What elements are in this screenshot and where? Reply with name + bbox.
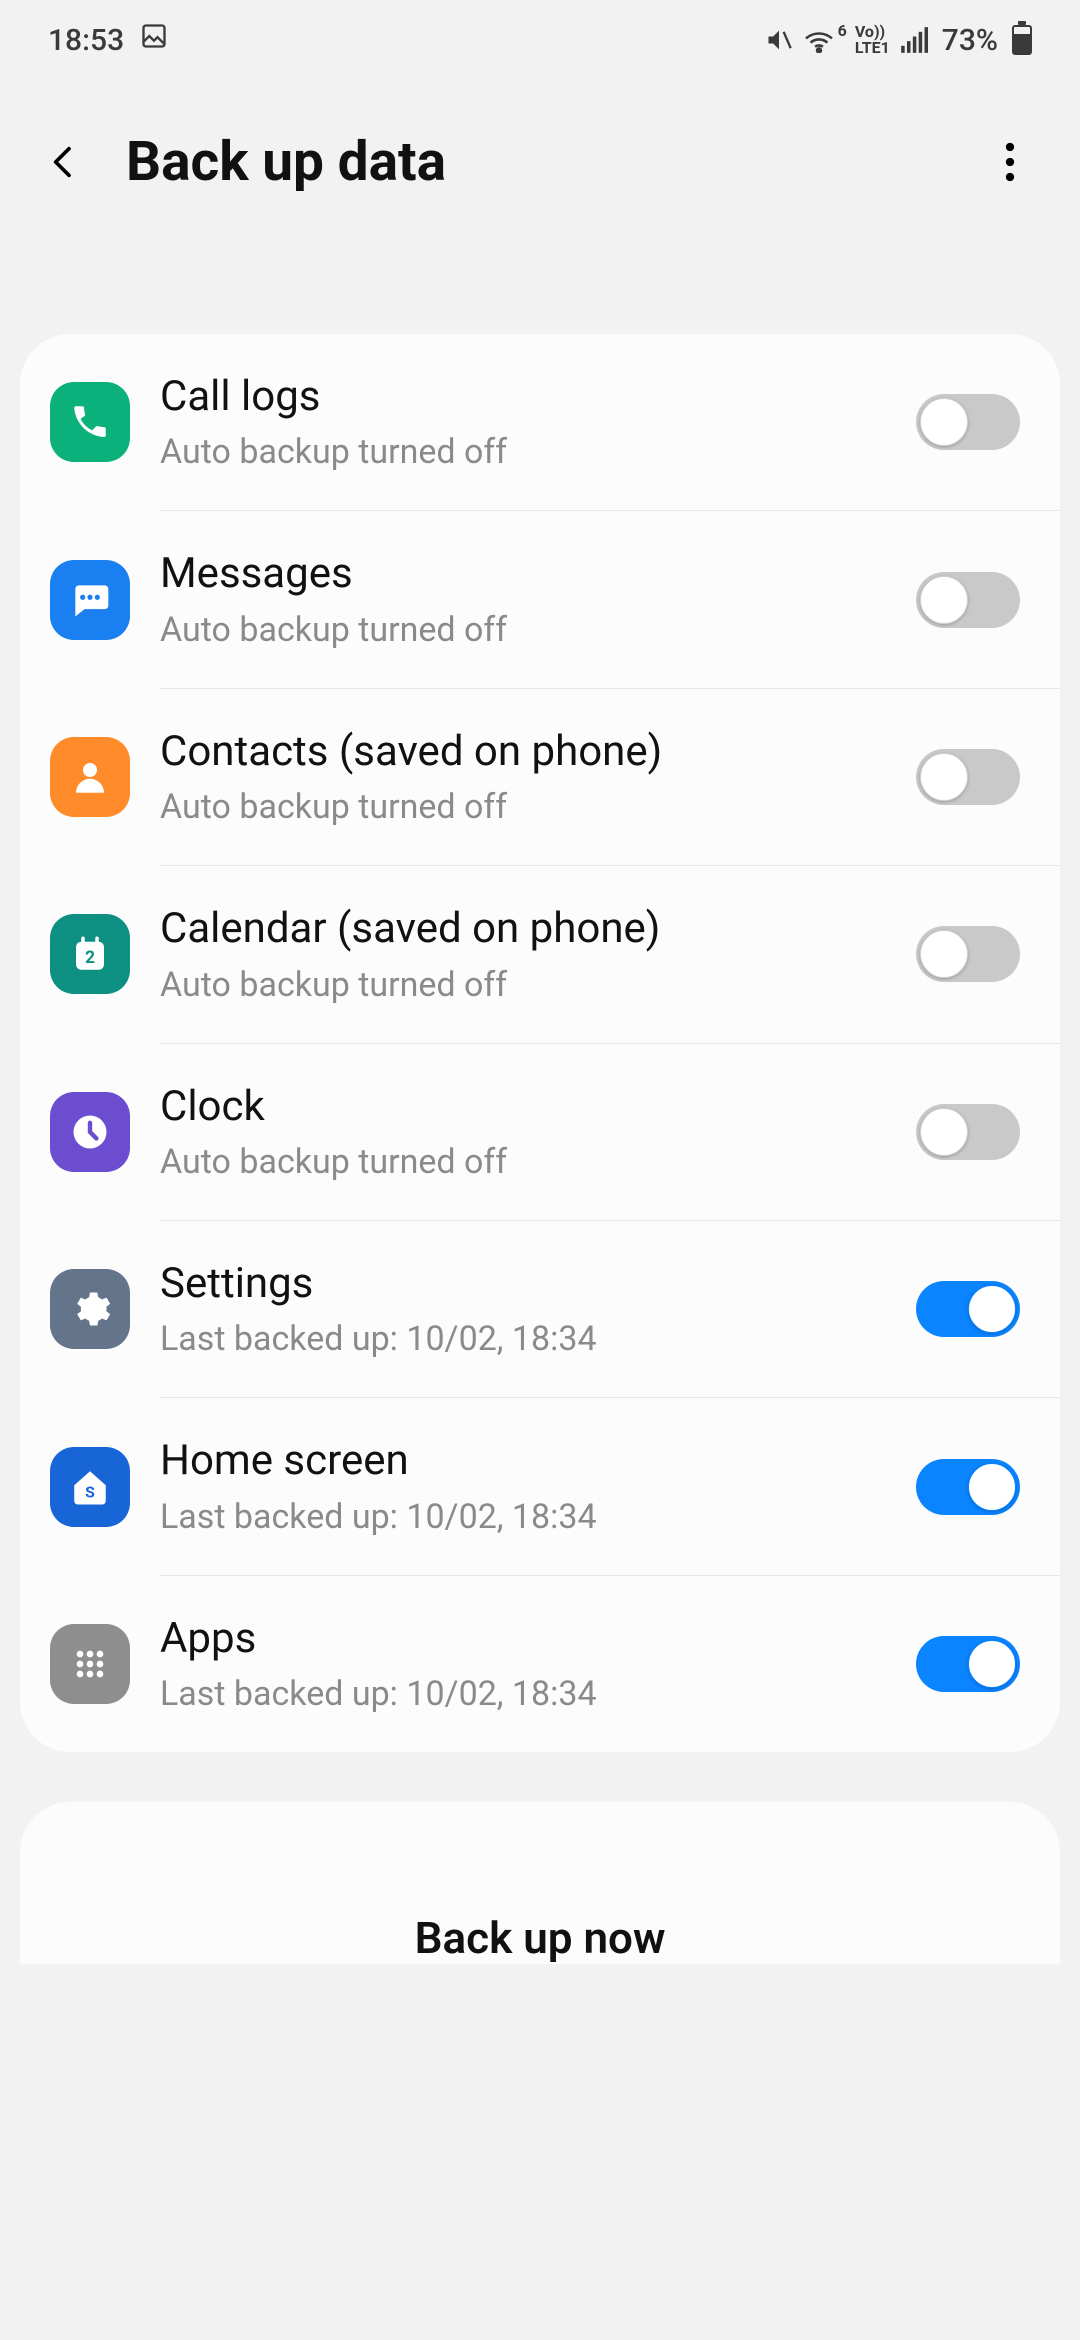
row-subtitle: Auto backup turned off [160, 787, 886, 827]
clock-icon [50, 1092, 130, 1172]
home-icon: S [50, 1447, 130, 1527]
toggle-switch[interactable] [916, 394, 1020, 450]
toggle-knob [920, 576, 968, 624]
backup-item-row[interactable]: Settings Last backed up: 10/02, 18:34 [20, 1221, 1060, 1397]
toggle-knob [968, 1285, 1016, 1333]
row-subtitle: Last backed up: 10/02, 18:34 [160, 1497, 886, 1537]
toggle-switch[interactable] [916, 749, 1020, 805]
backup-item-row[interactable]: Messages Auto backup turned off [20, 511, 1060, 687]
wifi-level: 6 [838, 23, 847, 39]
toggle-switch[interactable] [916, 926, 1020, 982]
gear-icon [50, 1269, 130, 1349]
row-subtitle: Auto backup turned off [160, 432, 886, 472]
battery-percent: 73% [942, 23, 998, 58]
svg-text:2: 2 [85, 948, 95, 968]
backup-item-row[interactable]: Clock Auto backup turned off [20, 1044, 1060, 1220]
svg-text:S: S [85, 1482, 95, 1501]
row-subtitle: Auto backup turned off [160, 610, 886, 650]
network-label: Vo)) LTE1 [855, 24, 890, 56]
wifi-icon: 6 [803, 27, 835, 53]
battery-icon [1012, 25, 1032, 55]
row-title: Clock [160, 1082, 886, 1132]
row-title: Settings [160, 1259, 886, 1309]
toggle-knob [920, 930, 968, 978]
backup-item-row[interactable]: Call logs Auto backup turned off [20, 334, 1060, 510]
backup-item-row[interactable]: 2 Calendar (saved on phone) Auto backup tu… [20, 866, 1060, 1042]
row-title: Apps [160, 1614, 886, 1664]
chevron-left-icon [44, 142, 84, 182]
row-title: Messages [160, 549, 886, 599]
person-icon [50, 737, 130, 817]
row-text: Settings Last backed up: 10/02, 18:34 [160, 1259, 886, 1359]
back-button[interactable] [40, 138, 88, 186]
page-header: Back up data [0, 80, 1080, 334]
row-title: Calendar (saved on phone) [160, 904, 886, 954]
row-text: Messages Auto backup turned off [160, 549, 886, 649]
toggle-switch[interactable] [916, 1104, 1020, 1160]
toggle-knob [968, 1640, 1016, 1688]
lte-label: LTE1 [855, 40, 890, 56]
row-subtitle: Last backed up: 10/02, 18:34 [160, 1319, 886, 1359]
row-text: Calendar (saved on phone) Auto backup tur… [160, 904, 886, 1004]
apps-icon [50, 1624, 130, 1704]
row-text: Contacts (saved on phone) Auto backup tur… [160, 727, 886, 827]
picture-icon [140, 22, 168, 58]
row-title: Home screen [160, 1436, 886, 1486]
bottom-action-card: Back up now [20, 1802, 1060, 1964]
signal-icon [900, 27, 928, 53]
row-text: Home screen Last backed up: 10/02, 18:34 [160, 1436, 886, 1536]
toggle-knob [968, 1463, 1016, 1511]
status-time: 18:53 [48, 23, 124, 58]
chat-icon [50, 560, 130, 640]
row-subtitle: Last backed up: 10/02, 18:34 [160, 1674, 886, 1714]
backup-items-card: Call logs Auto backup turned off Messages A… [20, 334, 1060, 1752]
mute-vibrate-icon [765, 26, 793, 54]
calendar-icon: 2 [50, 914, 130, 994]
row-subtitle: Auto backup turned off [160, 1142, 886, 1182]
more-menu-button[interactable] [980, 132, 1040, 192]
phone-icon [50, 382, 130, 462]
toggle-knob [920, 753, 968, 801]
backup-item-row[interactable]: Contacts (saved on phone) Auto backup tur… [20, 689, 1060, 865]
status-bar: 18:53 6 Vo)) LTE1 73% [0, 0, 1080, 80]
toggle-switch[interactable] [916, 1281, 1020, 1337]
toggle-knob [920, 398, 968, 446]
backup-item-row[interactable]: Apps Last backed up: 10/02, 18:34 [20, 1576, 1060, 1752]
status-right: 6 Vo)) LTE1 73% [765, 23, 1032, 58]
row-title: Call logs [160, 372, 886, 422]
backup-now-button[interactable]: Back up now [415, 1912, 666, 1964]
row-text: Clock Auto backup turned off [160, 1082, 886, 1182]
toggle-knob [920, 1108, 968, 1156]
page-title: Back up data [126, 130, 952, 194]
backup-item-row[interactable]: S Home screen Last backed up: 10/02, 18:34 [20, 1398, 1060, 1574]
toggle-switch[interactable] [916, 1459, 1020, 1515]
toggle-switch[interactable] [916, 572, 1020, 628]
toggle-switch[interactable] [916, 1636, 1020, 1692]
status-left: 18:53 [48, 22, 168, 58]
row-subtitle: Auto backup turned off [160, 965, 886, 1005]
row-text: Apps Last backed up: 10/02, 18:34 [160, 1614, 886, 1714]
row-text: Call logs Auto backup turned off [160, 372, 886, 472]
more-vertical-icon [1004, 142, 1016, 182]
row-title: Contacts (saved on phone) [160, 727, 886, 777]
